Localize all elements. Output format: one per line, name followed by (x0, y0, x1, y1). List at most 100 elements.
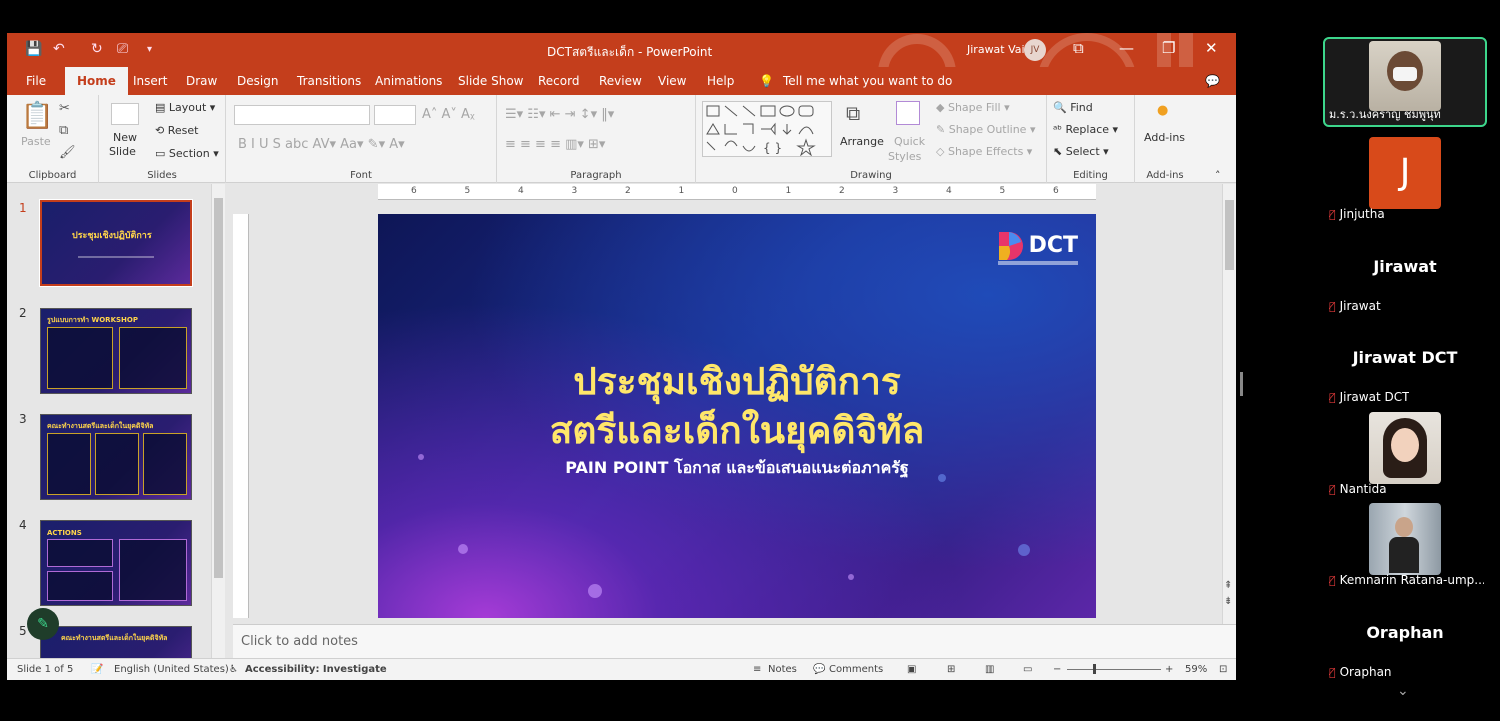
thumbnail-title: คณะทำงานสตรีและเด็กในยุคดิจิทัล (47, 422, 154, 430)
spelling-icon[interactable]: 📝 (91, 664, 103, 675)
reset-button[interactable]: ⟲ Reset (155, 124, 198, 137)
collapse-ribbon-icon[interactable]: ˄ (1215, 169, 1221, 182)
arrange-button[interactable]: Arrange (840, 135, 884, 148)
editor-scroll-thumb[interactable] (1225, 200, 1234, 270)
tab-design[interactable]: Design (237, 74, 278, 88)
redo-icon[interactable]: ↻ (91, 41, 103, 57)
new-slide-icon[interactable] (111, 103, 139, 125)
shapes-gallery[interactable]: { } (702, 101, 832, 157)
tab-review[interactable]: Review (599, 74, 642, 88)
list-indent-icons[interactable]: ☰▾ ☷▾ ⇤ ⇥ ↕▾ ‖▾ (505, 107, 614, 122)
slide-thumbnails-pane: 1 ประชุมเชิงปฏิบัติการ 2 รูปแบบการทำ WOR… (7, 184, 229, 658)
slide-thumbnail-2[interactable]: รูปแบบการทำ WORKSHOP (40, 308, 192, 394)
close-icon[interactable]: ✕ (1205, 39, 1218, 57)
present-icon[interactable]: ⎚ (117, 41, 128, 57)
alignment-icons[interactable]: ≡ ≡ ≡ ≡ ▥▾ ⊞▾ (505, 137, 605, 152)
font-name-input[interactable] (234, 105, 370, 125)
participant-label: 🎙̸ Jirawat (1329, 299, 1381, 313)
paste-icon[interactable]: 📋 (21, 101, 53, 131)
participant-tile[interactable]: Jirawat 🎙̸ Jirawat (1323, 227, 1487, 317)
quick-styles-label[interactable]: Quick (894, 135, 925, 148)
zoom-in-icon[interactable]: + (1165, 664, 1173, 675)
tab-help[interactable]: Help (707, 74, 734, 88)
edit-pen-icon[interactable]: ✎ (27, 608, 59, 640)
next-slide-icon[interactable]: ⇟ (1224, 596, 1232, 607)
font-size-adjust-icon[interactable]: A˄ A˅ Aᵪ (422, 107, 475, 122)
tab-file[interactable]: File (26, 74, 46, 88)
reading-view-icon[interactable]: ▥ (985, 664, 994, 675)
quick-styles-label-2[interactable]: Styles (888, 150, 921, 163)
scroll-down-chevron-icon[interactable]: ⌄ (1397, 683, 1409, 699)
participant-tile[interactable]: Jirawat DCT 🎙̸ Jirawat DCT (1323, 318, 1487, 408)
tab-transitions[interactable]: Transitions (297, 74, 361, 88)
tab-insert[interactable]: Insert (133, 74, 167, 88)
arrange-icon[interactable]: ⧉ (846, 101, 860, 125)
slide-thumbnail-4[interactable]: ACTIONS (40, 520, 192, 606)
comments-icon[interactable]: 💬 (1205, 74, 1220, 88)
editor-scrollbar[interactable]: ⇞ ⇟ (1222, 184, 1236, 624)
restore-icon[interactable]: ❐ (1162, 39, 1175, 57)
replace-button[interactable]: ᵃᵇ Replace ▾ (1053, 123, 1118, 136)
slide-thumbnail-1[interactable]: ประชุมเชิงปฏิบัติการ (39, 199, 193, 287)
ribbon-display-icon[interactable]: ⧉ (1073, 39, 1084, 57)
normal-view-icon[interactable]: ▣ (907, 664, 916, 675)
zoom-slider[interactable] (1067, 664, 1161, 674)
slideshow-icon[interactable]: ▭ (1023, 664, 1032, 675)
copy-icon[interactable]: ⧉ (59, 123, 68, 138)
new-slide-label[interactable]: New (113, 131, 137, 144)
tab-draw[interactable]: Draw (186, 74, 217, 88)
language-status[interactable]: English (United States) (114, 664, 229, 675)
participant-tile[interactable]: 🎙̸ Kemnarin Ratana-ump... (1323, 501, 1487, 591)
thumbnails-scroll-thumb[interactable] (214, 198, 223, 578)
slide-sorter-icon[interactable]: ⊞ (947, 664, 955, 675)
new-slide-label-2[interactable]: Slide (109, 145, 136, 158)
participant-tile[interactable]: 🎙̸ Nantida (1323, 410, 1487, 500)
addins-icon[interactable]: ● (1157, 103, 1168, 118)
notes-button[interactable]: Notes (768, 664, 797, 675)
font-size-input[interactable] (374, 105, 416, 125)
shape-effects-button[interactable]: ◇ Shape Effects ▾ (936, 145, 1032, 158)
thumbnails-scrollbar[interactable] (211, 184, 225, 658)
quick-styles-icon[interactable] (896, 101, 920, 125)
tab-animations[interactable]: Animations (375, 74, 442, 88)
customize-qat-icon[interactable]: ▾ (147, 44, 152, 55)
slide-canvas[interactable]: DCT ประชุมเชิงปฏิบัติการ สตรีและเด็กในยุ… (378, 214, 1096, 618)
participant-tile[interactable]: J 🎙̸ Jinjutha (1323, 135, 1487, 225)
panel-divider-handle[interactable] (1240, 372, 1243, 396)
font-format-icons[interactable]: B I U S abc AV▾ Aa▾ ✎▾ A▾ (238, 137, 405, 152)
participant-tile-speaking[interactable]: ม.ร.ว.นงคราญ ชมพูนุท (1323, 37, 1487, 127)
layout-button[interactable]: ▤ Layout ▾ (155, 101, 215, 114)
addins-button[interactable]: Add-ins (1144, 131, 1185, 144)
mic-muted-icon: 🎙̸ (1329, 483, 1336, 496)
prev-slide-icon[interactable]: ⇞ (1224, 580, 1232, 591)
undo-icon[interactable]: ↶ (53, 41, 65, 57)
save-icon[interactable]: 💾 (25, 41, 42, 57)
accessibility-status[interactable]: Accessibility: Investigate (245, 664, 387, 675)
tell-me-search[interactable]: Tell me what you want to do (783, 74, 952, 88)
zoom-slider-thumb[interactable] (1093, 664, 1096, 674)
slide-thumbnail-5[interactable]: คณะทำงานสตรีและเด็กในยุคดิจิทัล (40, 626, 192, 658)
shape-outline-button[interactable]: ✎ Shape Outline ▾ (936, 123, 1036, 136)
minimize-icon[interactable]: — (1119, 39, 1134, 57)
comments-button[interactable]: Comments (829, 664, 883, 675)
tab-record[interactable]: Record (538, 74, 579, 88)
zoom-out-icon[interactable]: − (1053, 664, 1061, 675)
tab-view[interactable]: View (658, 74, 686, 88)
slide-thumbnail-3[interactable]: คณะทำงานสตรีและเด็กในยุคดิจิทัล (40, 414, 192, 500)
select-button[interactable]: ⬉ Select ▾ (1053, 145, 1109, 158)
user-name[interactable]: Jirawat Vai (967, 43, 1025, 56)
ruler-tick-label: 2 (625, 186, 631, 196)
participant-tile[interactable]: Oraphan 🎙̸ Oraphan (1323, 593, 1487, 683)
fit-slide-icon[interactable]: ⊡ (1219, 664, 1227, 675)
paste-button[interactable]: Paste (21, 135, 51, 148)
find-button[interactable]: 🔍 Find (1053, 101, 1093, 114)
zoom-level[interactable]: 59% (1185, 664, 1207, 675)
user-avatar[interactable]: JV (1024, 39, 1046, 61)
section-button[interactable]: ▭ Section ▾ (155, 147, 219, 160)
cut-icon[interactable]: ✂ (59, 101, 70, 116)
notes-pane[interactable]: Click to add notes (233, 624, 1236, 658)
tab-slide-show[interactable]: Slide Show (458, 74, 523, 88)
format-painter-icon[interactable]: 🖌 (59, 145, 76, 160)
shape-fill-button[interactable]: ◆ Shape Fill ▾ (936, 101, 1010, 114)
tab-home[interactable]: Home (65, 67, 128, 95)
